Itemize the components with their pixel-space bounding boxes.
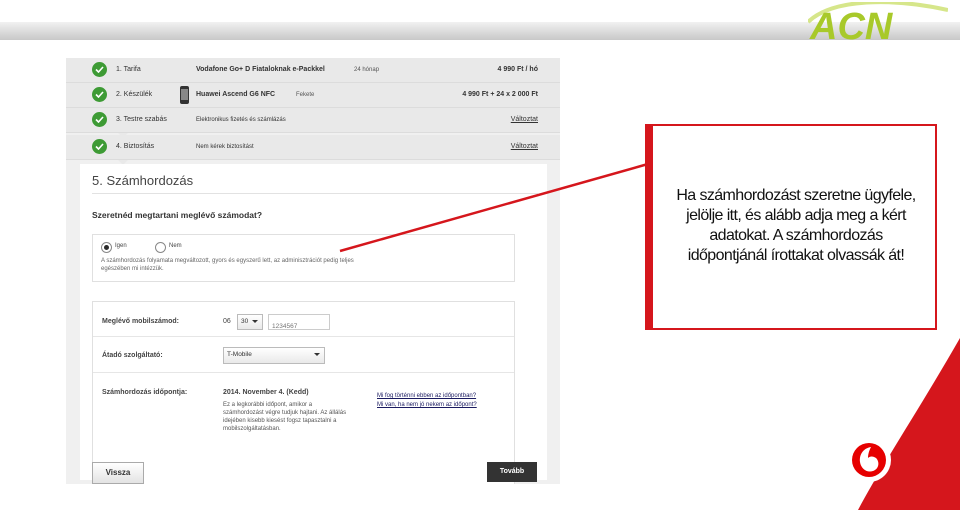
callout-box: Ha számhordozást szeretne ügyfele, jelöl… <box>651 124 937 330</box>
callout-text: Ha számhordozást szeretne ügyfele, jelöl… <box>657 186 935 266</box>
vodafone-logo-icon <box>847 438 891 482</box>
red-corner-shape <box>858 338 960 510</box>
callout-line: időpontjánál írottakat olvassák át! <box>687 247 905 264</box>
callout-line: Ha számhordozást szeretne ügyfele, <box>676 187 916 204</box>
callout-line: jelölje itt, és alább adja meg a kért <box>686 207 906 224</box>
callout-line: adatokat. A számhordozás <box>709 227 883 244</box>
